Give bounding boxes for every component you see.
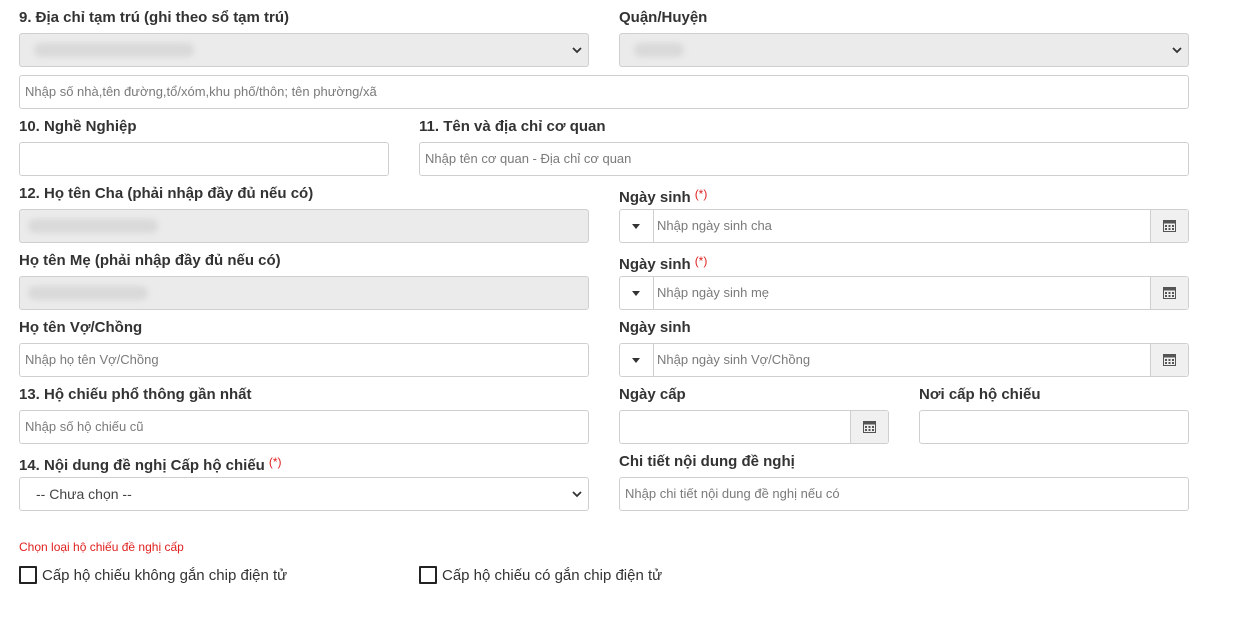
passport-type-prompt: Chọn loại hộ chiếu đề nghị cấp: [19, 540, 184, 554]
request-detail-label: Chi tiết nội dung đề nghị: [619, 453, 795, 470]
caret-down-icon: [632, 358, 640, 363]
no-chip-option-label[interactable]: Cấp hộ chiếu không gắn chip điện tử: [42, 567, 287, 585]
occupation-input[interactable]: [19, 142, 389, 176]
spouse-dob-input[interactable]: Nhập ngày sinh Vợ/Chồng: [619, 343, 1189, 377]
agency-placeholder: Nhập tên cơ quan - Địa chỉ cơ quan: [425, 151, 632, 166]
mother-dob-label: Ngày sinh (*): [619, 252, 707, 274]
mother-name-input[interactable]: [19, 276, 589, 310]
request-content-label: 14. Nội dung đề nghị Cấp hộ chiếu (*): [19, 453, 282, 475]
agency-label: 11. Tên và địa chỉ cơ quan: [419, 118, 606, 135]
issue-date-input[interactable]: [619, 410, 889, 444]
chevron-down-icon: [572, 491, 582, 498]
required-marker: (*): [694, 187, 708, 201]
redacted-value: [28, 286, 148, 300]
street-address-placeholder: Nhập số nhà,tên đường,tổ/xóm,khu phố/thô…: [25, 84, 377, 99]
spouse-dob-placeholder: Nhập ngày sinh Vợ/Chồng: [657, 352, 811, 367]
calendar-icon: [1163, 354, 1176, 366]
occupation-label: 10. Nghề Nghiệp: [19, 118, 137, 135]
calendar-button[interactable]: [1150, 277, 1188, 309]
required-marker: (*): [694, 254, 708, 268]
chevron-down-icon: [1172, 47, 1182, 54]
mother-dob-input[interactable]: Nhập ngày sinh mẹ: [619, 276, 1189, 310]
agency-input[interactable]: Nhập tên cơ quan - Địa chỉ cơ quan: [419, 142, 1189, 176]
date-format-dropdown[interactable]: [620, 344, 654, 376]
calendar-button[interactable]: [1150, 210, 1188, 242]
mother-dob-label-text: Ngày sinh: [619, 256, 691, 273]
temp-address-label: 9. Địa chỉ tạm trú (ghi theo sổ tạm trú): [19, 9, 290, 26]
mother-name-label: Họ tên Mẹ (phải nhập đầy đủ nếu có): [19, 252, 281, 269]
issue-date-label: Ngày cấp: [619, 386, 686, 403]
redacted-value: [34, 43, 194, 57]
passport-label: 13. Hộ chiếu phổ thông gần nhất: [19, 386, 252, 403]
calendar-button[interactable]: [1150, 344, 1188, 376]
father-name-input[interactable]: [19, 209, 589, 243]
calendar-icon: [1163, 287, 1176, 299]
request-content-label-text: 14. Nội dung đề nghị Cấp hộ chiếu: [19, 457, 265, 474]
province-select[interactable]: [19, 33, 589, 67]
old-passport-placeholder: Nhập số hộ chiếu cũ: [25, 419, 144, 434]
father-dob-label: Ngày sinh (*): [619, 185, 707, 207]
required-marker: (*): [268, 455, 282, 469]
old-passport-input[interactable]: Nhập số hộ chiếu cũ: [19, 410, 589, 444]
father-name-label: 12. Họ tên Cha (phải nhập đầy đủ nếu có): [19, 185, 314, 202]
mother-dob-placeholder: Nhập ngày sinh mẹ: [657, 285, 770, 300]
request-detail-input[interactable]: Nhập chi tiết nội dung đề nghị nếu có: [619, 477, 1189, 511]
caret-down-icon: [632, 224, 640, 229]
redacted-value: [28, 219, 158, 233]
father-dob-placeholder: Nhập ngày sinh cha: [657, 218, 772, 233]
no-chip-checkbox[interactable]: [19, 566, 37, 584]
chevron-down-icon: [572, 47, 582, 54]
spouse-dob-label: Ngày sinh: [619, 319, 691, 336]
date-format-dropdown[interactable]: [620, 210, 654, 242]
district-select[interactable]: [619, 33, 1189, 67]
request-content-value: -- Chưa chọn --: [36, 486, 132, 502]
spouse-name-placeholder: Nhập họ tên Vợ/Chồng: [25, 352, 159, 367]
street-address-input[interactable]: Nhập số nhà,tên đường,tổ/xóm,khu phố/thô…: [19, 75, 1189, 109]
request-content-select[interactable]: -- Chưa chọn --: [19, 477, 589, 511]
redacted-value: [634, 43, 684, 57]
district-label: Quận/Huyện: [619, 9, 708, 26]
caret-down-icon: [632, 291, 640, 296]
issue-place-input[interactable]: [919, 410, 1189, 444]
calendar-icon: [1163, 220, 1176, 232]
spouse-name-input[interactable]: Nhập họ tên Vợ/Chồng: [19, 343, 589, 377]
issue-place-label: Nơi cấp hộ chiếu: [919, 386, 1041, 403]
chip-option-label[interactable]: Cấp hộ chiếu có gắn chip điện tử: [442, 567, 662, 585]
spouse-name-label: Họ tên Vợ/Chồng: [19, 319, 143, 336]
date-format-dropdown[interactable]: [620, 277, 654, 309]
chip-checkbox[interactable]: [419, 566, 437, 584]
calendar-icon: [863, 421, 876, 433]
calendar-button[interactable]: [850, 411, 888, 443]
father-dob-input[interactable]: Nhập ngày sinh cha: [619, 209, 1189, 243]
father-dob-label-text: Ngày sinh: [619, 189, 691, 206]
request-detail-placeholder: Nhập chi tiết nội dung đề nghị nếu có: [625, 486, 840, 501]
